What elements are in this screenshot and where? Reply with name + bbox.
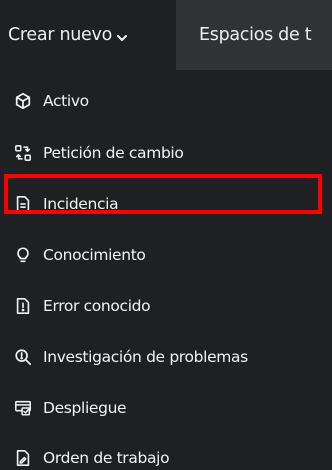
change-request-icon (13, 143, 33, 163)
crear-nuevo-menu-button[interactable]: Crear nuevo (0, 0, 176, 70)
menu-item-label: Investigación de problemas (43, 348, 248, 366)
crear-nuevo-dropdown-menu: Activo Petición de cambio Incidencia Con… (0, 70, 332, 470)
menu-item-label: Error conocido (43, 297, 151, 315)
espacios-label: Espacios de t (199, 25, 312, 45)
menu-item-conocimiento[interactable]: Conocimiento (0, 229, 332, 281)
cube-icon (13, 91, 33, 111)
lightbulb-icon (13, 245, 33, 265)
magnify-alert-icon (13, 347, 33, 367)
espacios-tab[interactable]: Espacios de t (176, 0, 312, 70)
menu-item-peticion-de-cambio[interactable]: Petición de cambio (0, 127, 332, 179)
alert-document-icon (13, 296, 33, 316)
menu-item-despliegue[interactable]: Despliegue (0, 382, 332, 434)
menu-item-label: Despliegue (43, 399, 127, 417)
crear-nuevo-label: Crear nuevo (8, 25, 112, 45)
deployment-icon (13, 398, 33, 418)
menu-item-incidencia[interactable]: Incidencia (0, 178, 332, 230)
menu-item-label: Incidencia (43, 195, 119, 213)
menu-item-error-conocido[interactable]: Error conocido (0, 280, 332, 332)
menu-item-label: Conocimiento (43, 246, 146, 264)
document-icon (13, 194, 33, 214)
top-navigation-bar: Crear nuevo Espacios de t (0, 0, 332, 70)
menu-item-activo[interactable]: Activo (0, 75, 332, 127)
stage: Crear nuevo Espacios de t Activo Petició… (0, 0, 332, 470)
menu-item-label: Activo (43, 92, 89, 110)
menu-item-label: Petición de cambio (43, 144, 184, 162)
menu-item-orden-de-trabajo[interactable]: Orden de trabajo (0, 432, 332, 470)
menu-item-label: Orden de trabajo (43, 449, 170, 467)
menu-item-investigacion-de-problemas[interactable]: Investigación de problemas (0, 331, 332, 383)
chevron-down-icon (115, 30, 129, 44)
signed-document-icon (13, 448, 33, 468)
